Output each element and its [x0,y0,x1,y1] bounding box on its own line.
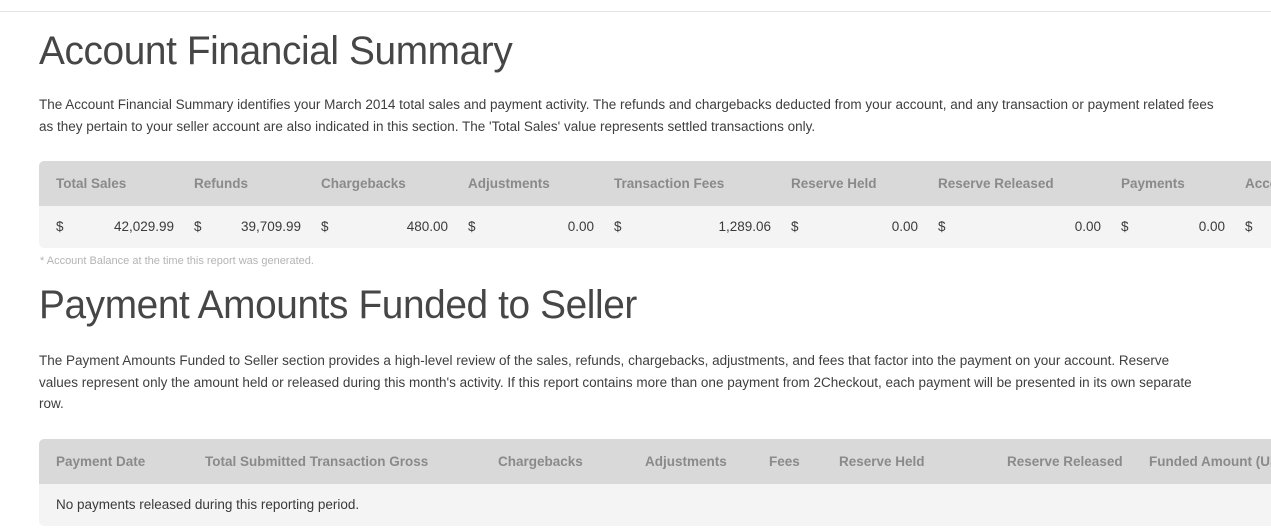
column-header-payment-date: Payment Date [39,438,195,484]
value-chargebacks: 480.00 [406,219,448,234]
table-header-row: Total Sales Refunds Chargebacks Adjustme… [39,161,1271,206]
currency-symbol: $ [938,219,946,234]
column-header-refunds: Refunds [184,161,311,206]
cell-account-balance: $ 550.94 [1235,206,1271,248]
currency-symbol: $ [614,219,622,234]
value-adjustments: 0.00 [567,219,594,234]
account-financial-summary-description: The Account Financial Summary identifies… [39,97,1214,134]
column-header-reserve-released: Reserve Released [997,438,1139,484]
column-header-reserve-held: Reserve Held [829,438,997,484]
value-reserve-held: 0.00 [891,219,918,234]
column-header-adjustments: Adjustments [635,438,759,484]
column-header-reserve-held: Reserve Held [781,161,928,206]
table-body: No payments released during this reporti… [39,483,1271,526]
currency-symbol: $ [56,219,64,234]
column-header-funded-amount: Funded Amount (USD) [1139,438,1271,484]
column-header-total-submitted-transaction-gross: Total Submitted Transaction Gross [195,438,488,484]
table-head: Payment Date Total Submitted Transaction… [39,438,1271,484]
currency-symbol: $ [1121,219,1129,234]
cell-payments: $ 0.00 [1111,206,1235,248]
cell-reserve-held: $ 0.00 [781,206,928,248]
payment-amounts-table: Payment Date Total Submitted Transaction… [39,438,1271,526]
column-header-fees: Fees [759,438,829,484]
account-balance-footnote: * Account Balance at the time this repor… [40,255,314,267]
column-header-chargebacks: Chargebacks [311,161,458,206]
cell-total-sales: $ 42,029.99 [39,206,184,248]
report-page: Account Financial Summary The Account Fi… [0,0,1271,530]
value-total-sales: 42,029.99 [113,219,174,234]
cell-reserve-released: $ 0.00 [928,206,1111,248]
currency-symbol: $ [194,219,202,234]
cell-refunds: $ 39,709.99 [184,206,311,248]
value-reserve-released: 0.00 [1074,219,1101,234]
currency-symbol: $ [791,219,799,234]
payment-amounts-title: Payment Amounts Funded to Seller [39,283,637,327]
table-head: Total Sales Refunds Chargebacks Adjustme… [39,161,1271,206]
page-title: Account Financial Summary [39,29,513,73]
column-header-transaction-fees: Transaction Fees [604,161,781,206]
payment-amounts-description: The Payment Amounts Funded to Seller sec… [39,353,1192,411]
value-transaction-fees: 1,289.06 [718,219,771,234]
cell-transaction-fees: $ 1,289.06 [604,206,781,248]
empty-state-message: No payments released during this reporti… [39,483,1271,526]
currency-symbol: $ [1245,219,1253,234]
column-header-account-balance: Account Balance * [1235,161,1271,206]
table-row-empty: No payments released during this reporti… [39,483,1271,526]
payment-amounts-table-wrap: Payment Date Total Submitted Transaction… [39,438,1271,526]
table-header-row: Payment Date Total Submitted Transaction… [39,438,1271,484]
table-body: $ 42,029.99 $ 39,709.99 $ 480.00 $ 0.00 … [39,206,1271,248]
cell-adjustments: $ 0.00 [458,206,604,248]
column-header-payments: Payments [1111,161,1235,206]
column-header-adjustments: Adjustments [458,161,604,206]
table-row: $ 42,029.99 $ 39,709.99 $ 480.00 $ 0.00 … [39,206,1271,248]
column-header-reserve-released: Reserve Released [928,161,1111,206]
value-refunds: 39,709.99 [240,219,301,234]
cell-chargebacks: $ 480.00 [311,206,458,248]
account-financial-summary-table-wrap: Total Sales Refunds Chargebacks Adjustme… [39,161,1271,248]
column-header-chargebacks: Chargebacks [488,438,635,484]
value-payments: 0.00 [1198,219,1225,234]
account-financial-summary-table: Total Sales Refunds Chargebacks Adjustme… [39,161,1271,248]
report-content: Account Financial Summary The Account Fi… [39,12,1271,526]
currency-symbol: $ [468,219,476,234]
column-header-total-sales: Total Sales [39,161,184,206]
currency-symbol: $ [321,219,329,234]
